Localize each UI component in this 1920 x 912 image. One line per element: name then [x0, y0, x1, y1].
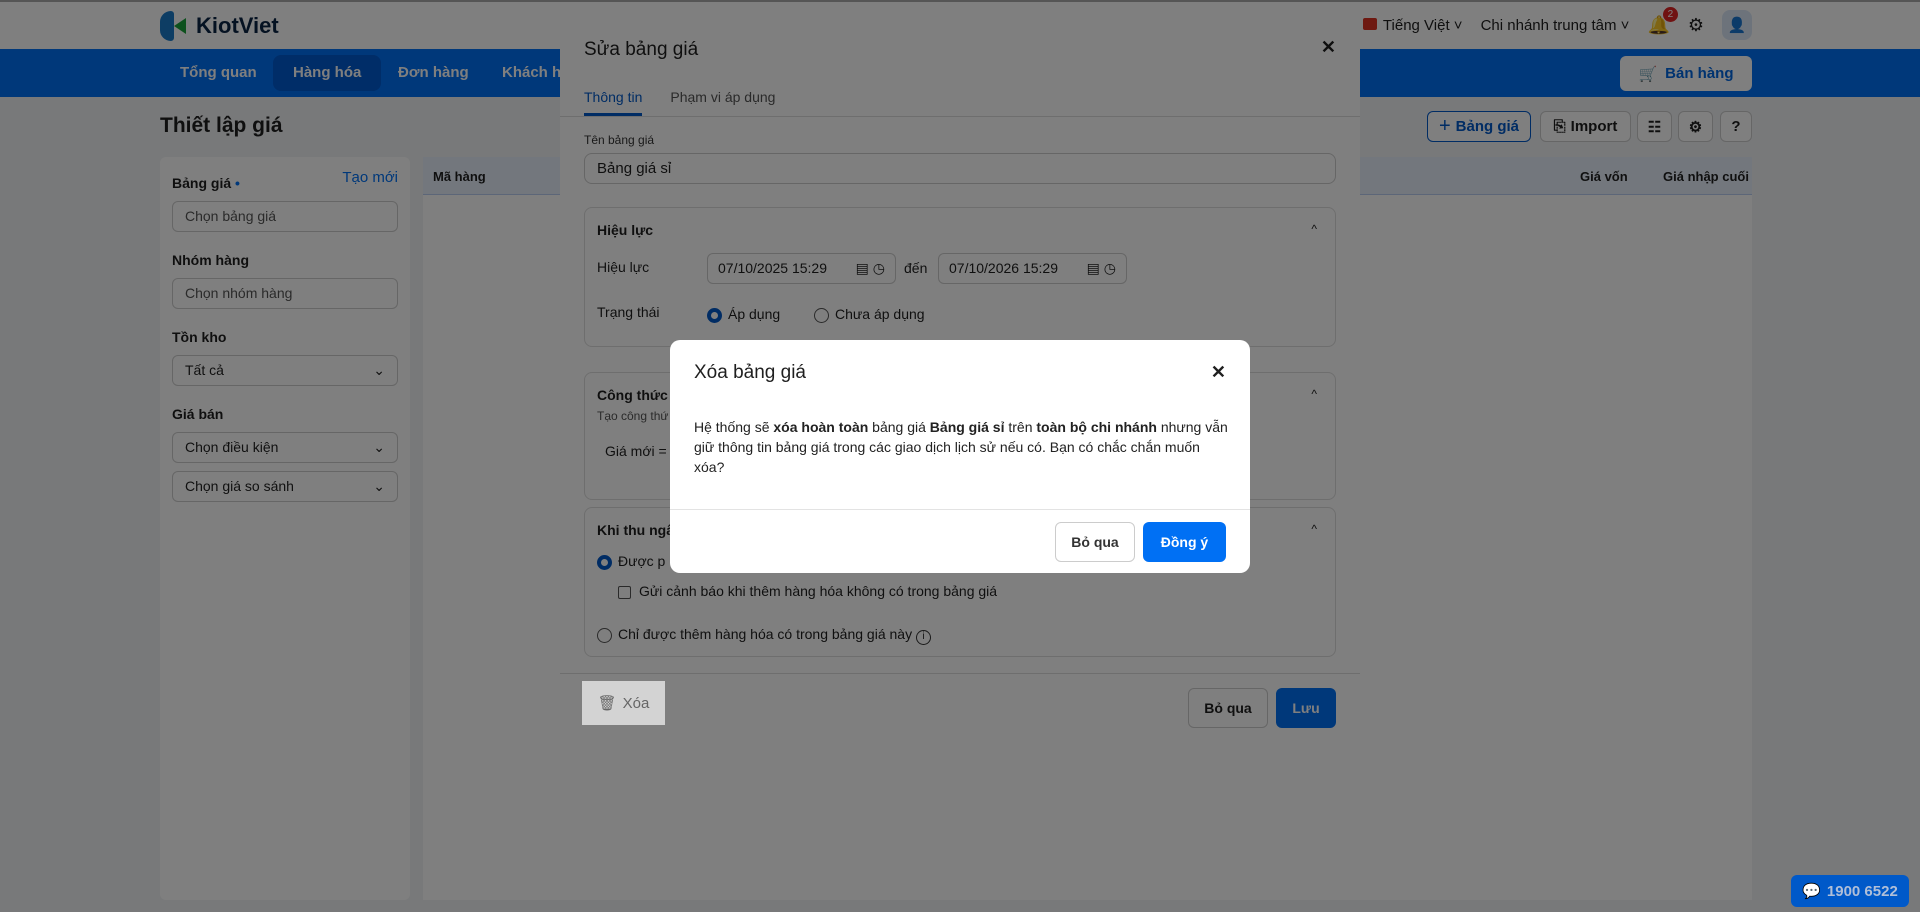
chat-icon: 💬 [1802, 883, 1821, 900]
delete-confirm-dialog: Xóa bảng giá ✕ Hệ thống sẽ xóa hoàn toàn… [670, 340, 1250, 573]
dialog-cancel-button[interactable]: Bỏ qua [1055, 522, 1135, 562]
divider [670, 509, 1250, 510]
dialog-message: Hệ thống sẽ xóa hoàn toàn bảng giá Bảng … [694, 419, 1228, 475]
delete-button[interactable]: 🗑 Xóa [582, 681, 665, 725]
trash-icon: 🗑 [597, 695, 617, 712]
dialog-title: Xóa bảng giá [694, 362, 806, 383]
confirm-delete-button[interactable]: Đồng ý [1143, 522, 1226, 562]
close-icon[interactable]: ✕ [1211, 362, 1226, 383]
hotline-button[interactable]: 💬 1900 6522 [1791, 875, 1909, 907]
